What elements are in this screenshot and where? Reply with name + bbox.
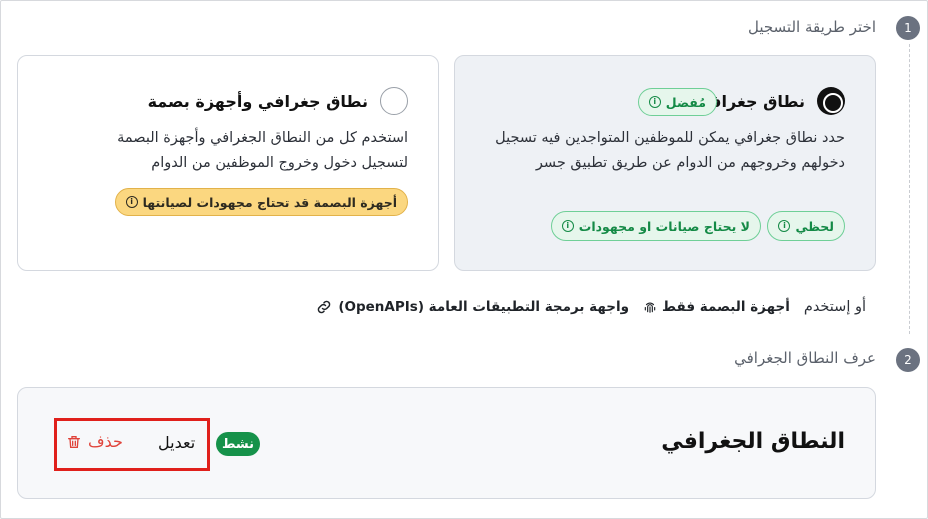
alternatives-prefix: أو إستخدم xyxy=(803,299,866,315)
step-connector xyxy=(909,44,910,334)
radio-unselected-icon[interactable] xyxy=(380,87,408,115)
fingerprint-icon xyxy=(644,302,656,313)
preferred-badge-label: مُفضل xyxy=(665,94,706,110)
option-description: استخدم كل من النطاق الجغرافي وأجهزة البص… xyxy=(117,130,408,171)
warning-badge: أجهزة البصمة قد تحتاج مجهودات لصيانتها i xyxy=(114,188,408,216)
info-icon: i xyxy=(648,96,661,108)
option-title: نطاق جغرافي وأجهزة بصمة xyxy=(147,92,368,111)
delete-label: حذف xyxy=(88,432,123,451)
fingerprint-only-label: أجهزة البصمة فقط xyxy=(662,299,790,315)
tag-instant: لحظي i xyxy=(767,211,845,241)
step-number-1: 1 xyxy=(896,16,920,40)
zone-title: النطاق الجغرافي xyxy=(661,429,845,454)
tag-no-maintenance: لا يحتاج صيانات او مجهودات i xyxy=(550,211,761,241)
info-icon: i xyxy=(125,196,138,208)
info-icon: i xyxy=(778,220,791,232)
option-description: حدد نطاق جغرافي يمكن للموظفين المتواجدين… xyxy=(495,130,845,171)
preferred-badge: مُفضل i xyxy=(637,88,717,116)
fingerprint-only-link[interactable]: أجهزة البصمة فقط xyxy=(643,299,790,315)
delete-button[interactable]: حذف xyxy=(66,432,123,451)
geo-zone-card: النطاق الجغرافي نشط تعديل حذف xyxy=(17,387,876,499)
tag-label: لحظي xyxy=(795,218,834,234)
radio-selected-icon[interactable] xyxy=(817,87,845,115)
option-card-geo-zone[interactable]: نطاق جغرافي مُفضل i حدد نطاق جغرافي يمكن… xyxy=(454,55,876,271)
tag-label: لا يحتاج صيانات او مجهودات xyxy=(578,218,750,234)
trash-icon xyxy=(68,435,80,448)
open-api-link[interactable]: واجهة برمجة التطبيقات العامة (OpenAPIs) xyxy=(315,298,629,316)
link-icon xyxy=(318,300,331,314)
warning-label: أجهزة البصمة قد تحتاج مجهودات لصيانتها xyxy=(142,194,397,210)
step-number-2: 2 xyxy=(896,348,920,372)
open-api-label: واجهة برمجة التطبيقات العامة (OpenAPIs) xyxy=(338,299,630,315)
status-badge: نشط xyxy=(216,432,260,456)
alternative-methods: أو إستخدم أجهزة البصمة فقط واجهة برمجة ا… xyxy=(315,296,866,318)
edit-button[interactable]: تعديل xyxy=(158,433,195,452)
step-title-1: اختر طريقة التسجيل xyxy=(747,18,876,36)
step-title-2: عرف النطاق الجغرافي xyxy=(734,349,876,367)
info-icon: i xyxy=(561,220,574,232)
option-card-geo-zone-fingerprint[interactable]: نطاق جغرافي وأجهزة بصمة استخدم كل من الن… xyxy=(17,55,439,271)
